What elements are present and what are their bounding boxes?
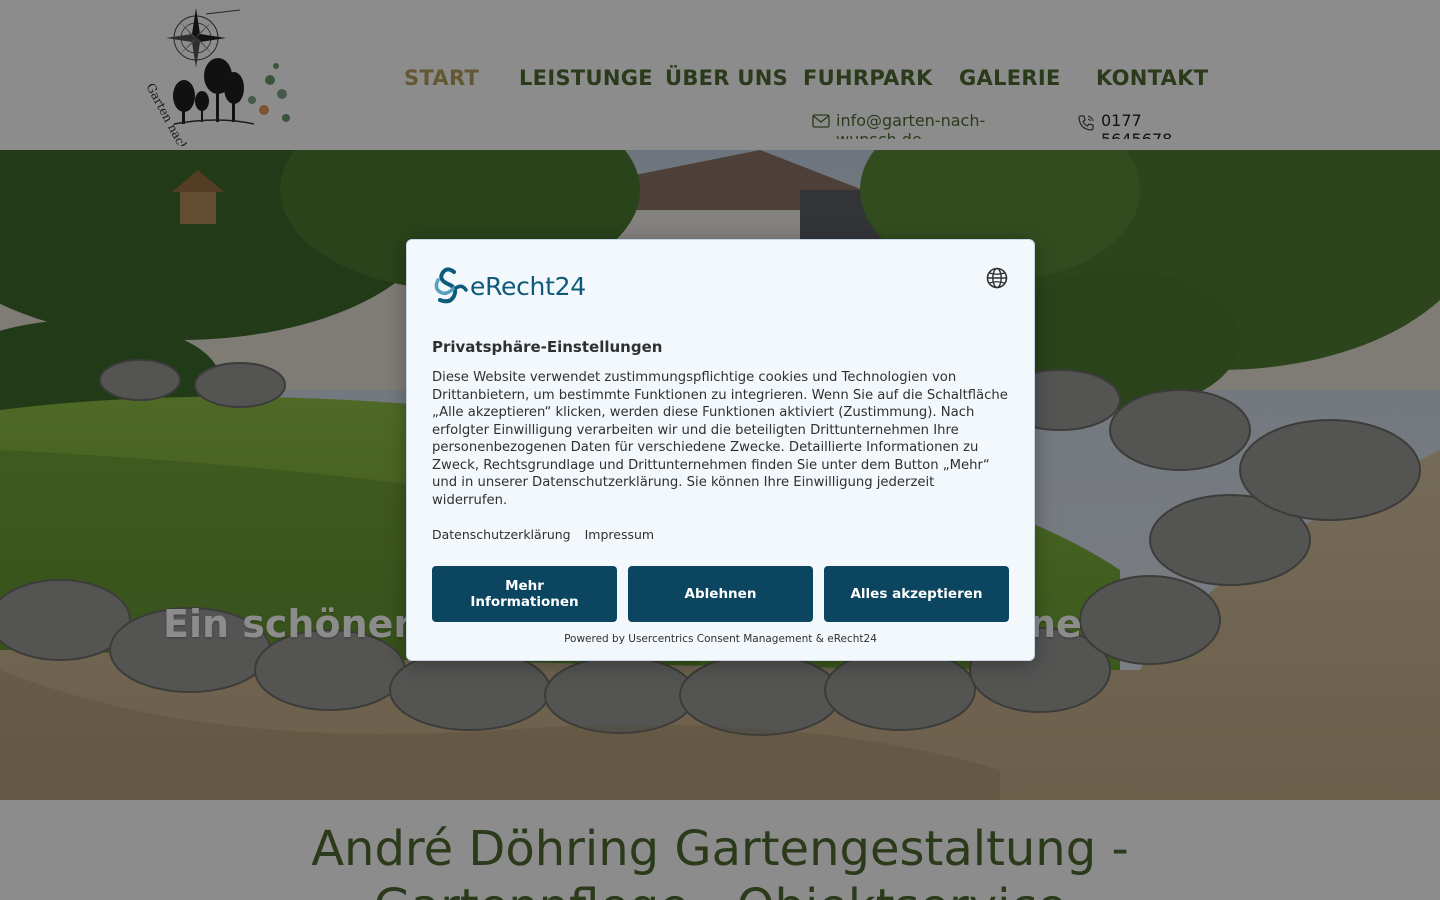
consent-title: Privatsphäre-Einstellungen (432, 338, 663, 356)
erecht24-mark-icon (434, 267, 468, 304)
deny-button[interactable]: Ablehnen (628, 566, 813, 622)
more-information-button[interactable]: Mehr Informationen (432, 566, 617, 622)
erecht24-brand-name: eRecht24 (470, 271, 586, 301)
imprint-link[interactable]: Impressum (585, 527, 654, 542)
erecht24-logo: eRecht24 (432, 266, 586, 306)
consent-description: Diese Website verwendet zustimmungspflic… (432, 370, 1008, 508)
accept-all-button[interactable]: Alles akzeptieren (824, 566, 1009, 622)
powered-by-text: Powered by Usercentrics Consent Manageme… (564, 633, 877, 645)
globe-icon[interactable] (986, 267, 1008, 289)
consent-links: Datenschutzerklärung Impressum (432, 527, 664, 542)
privacy-policy-link[interactable]: Datenschutzerklärung (432, 527, 571, 542)
consent-dialog: eRecht24 Privatsphäre-Einstellungen Dies… (406, 239, 1035, 661)
